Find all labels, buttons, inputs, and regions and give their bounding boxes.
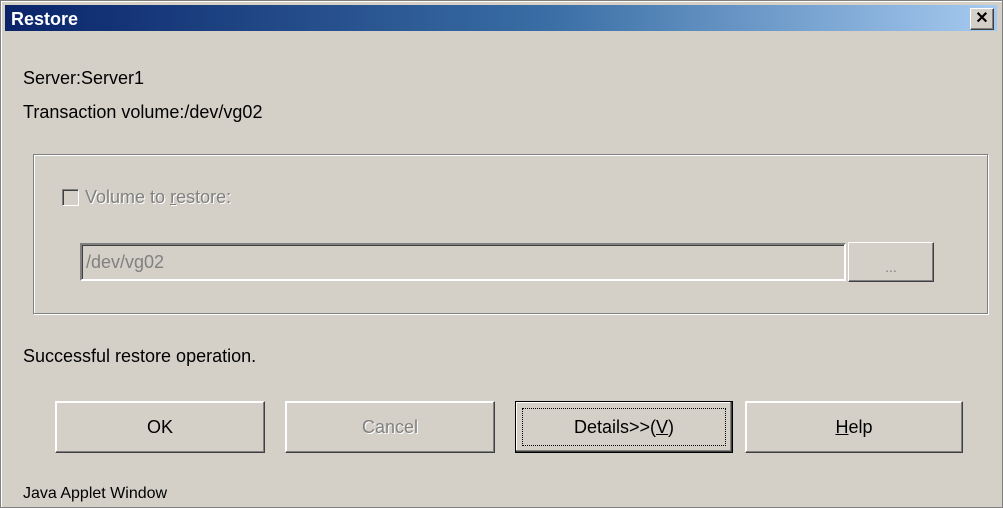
status-message: Successful restore operation. — [23, 346, 257, 366]
server-label: Server:Server1 — [23, 68, 145, 88]
volume-groupbox: Volume to restore: ... — [33, 154, 988, 314]
volume-to-restore-checkbox-row[interactable]: Volume to restore: — [62, 187, 231, 208]
browse-button[interactable]: ... — [848, 242, 934, 282]
help-button-label: Help — [835, 416, 873, 437]
ok-button-label: OK — [146, 416, 173, 437]
cancel-button[interactable]: Cancel — [285, 401, 495, 453]
transaction-volume-label: Transaction volume:/dev/vg02 — [23, 102, 263, 122]
volume-to-restore-checkbox[interactable] — [62, 189, 79, 206]
close-icon: ✕ — [975, 10, 989, 27]
close-button[interactable]: ✕ — [970, 8, 994, 30]
volume-path-input[interactable] — [80, 243, 846, 281]
help-button[interactable]: Help — [745, 401, 963, 453]
java-applet-window-label: Java Applet Window — [23, 485, 168, 502]
details-button[interactable]: Details>>(V) — [515, 401, 733, 453]
restore-dialog: Restore ✕ Server:Server1 Transaction vol… — [0, 0, 1003, 508]
window-title: Restore — [11, 9, 79, 29]
ok-button[interactable]: OK — [55, 401, 265, 453]
browse-button-label: ... — [885, 259, 897, 275]
cancel-button-label: Cancel — [361, 416, 419, 437]
title-bar[interactable]: Restore ✕ — [5, 5, 997, 31]
details-button-label: Details>>(V) — [522, 408, 726, 446]
volume-to-restore-label: Volume to restore: — [85, 187, 232, 207]
